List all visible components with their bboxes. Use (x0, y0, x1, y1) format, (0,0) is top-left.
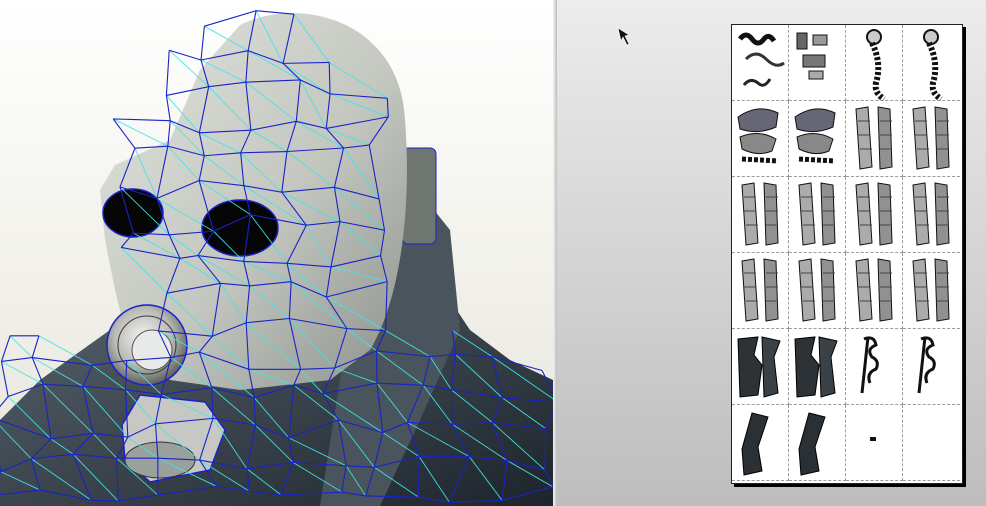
sheet-page-p19[interactable] (846, 329, 903, 405)
mesh-edge (113, 118, 171, 122)
sheet-page-p16[interactable] (903, 253, 960, 329)
sheet-page-p22[interactable] (789, 405, 846, 481)
sheet-page-p8[interactable] (903, 101, 960, 177)
body-parts-icon (794, 336, 838, 398)
sheet-page-p17[interactable] (732, 329, 789, 405)
mesh-edge (31, 357, 44, 385)
strip-parts-icon (855, 258, 893, 322)
small-parts-icon (796, 32, 828, 80)
sheet-page-p7[interactable] (846, 101, 903, 177)
strip-parts-icon (741, 182, 779, 246)
strip-parts-icon (855, 182, 893, 246)
3d-model-view[interactable] (0, 0, 554, 506)
mesh-edge (91, 499, 119, 502)
body-parts-icon (737, 336, 781, 398)
sheet-page-p23[interactable] (846, 405, 903, 481)
hose-parts-icon (866, 29, 886, 101)
mesh-edge (0, 361, 9, 397)
sheet-page-p11[interactable] (846, 177, 903, 253)
strip-parts-icon (912, 182, 950, 246)
sheet-page-p20[interactable] (903, 329, 960, 405)
2d-unfold-view[interactable] (557, 0, 986, 506)
mesh-edge (1, 361, 44, 385)
sheet-page-p24[interactable] (903, 405, 960, 481)
mesh-edge (0, 335, 11, 362)
mask-parts-icon (737, 108, 779, 164)
arm-parts-icon (798, 412, 826, 476)
mesh-edge (417, 456, 420, 498)
sheet-page-p12[interactable] (903, 177, 960, 253)
sheet-page-p1[interactable] (732, 25, 789, 101)
hose-parts-icon (923, 29, 943, 101)
strip-parts-icon (855, 106, 893, 170)
mesh-edge (1, 357, 33, 363)
strip-parts-icon (798, 182, 836, 246)
sheet-page-p21[interactable] (732, 405, 789, 481)
mesh-edge (112, 118, 169, 147)
mesh-edge (112, 118, 136, 149)
right-eye-lens-shape (201, 199, 279, 257)
mesh-edge (165, 50, 170, 96)
strip-parts-icon (741, 258, 779, 322)
earpiece-shape (401, 147, 437, 245)
sheet-page-p5[interactable] (732, 101, 789, 177)
arm-parts-icon (741, 412, 769, 476)
mesh-edge (256, 10, 295, 15)
sheet-page-p6[interactable] (789, 101, 846, 177)
strip-parts-icon (798, 258, 836, 322)
mesh-edge (9, 335, 33, 358)
mask-parts-icon (794, 108, 836, 164)
sheet-page-p10[interactable] (789, 177, 846, 253)
cursor-icon (617, 27, 630, 46)
gas-mask-mesh-render (0, 10, 553, 506)
sheet-page-p14[interactable] (789, 253, 846, 329)
strip-parts-icon (912, 106, 950, 170)
dot-part-icon (870, 437, 876, 441)
sheet-page-p9[interactable] (732, 177, 789, 253)
mesh-edge (31, 335, 40, 358)
sheet-page-p4[interactable] (903, 25, 960, 101)
mesh-edge (200, 26, 205, 61)
tab-parts-icon (917, 336, 936, 394)
empty-page (903, 405, 960, 481)
sheet-page-p3[interactable] (846, 25, 903, 101)
strip-parts-icon (912, 258, 950, 322)
unfold-sheet[interactable] (731, 24, 963, 484)
sheet-page-p18[interactable] (789, 329, 846, 405)
sheet-page-p13[interactable] (732, 253, 789, 329)
head-parts-icon (738, 32, 785, 87)
tab-parts-icon (860, 336, 879, 394)
sheet-page-p15[interactable] (846, 253, 903, 329)
sheet-page-p2[interactable] (789, 25, 846, 101)
